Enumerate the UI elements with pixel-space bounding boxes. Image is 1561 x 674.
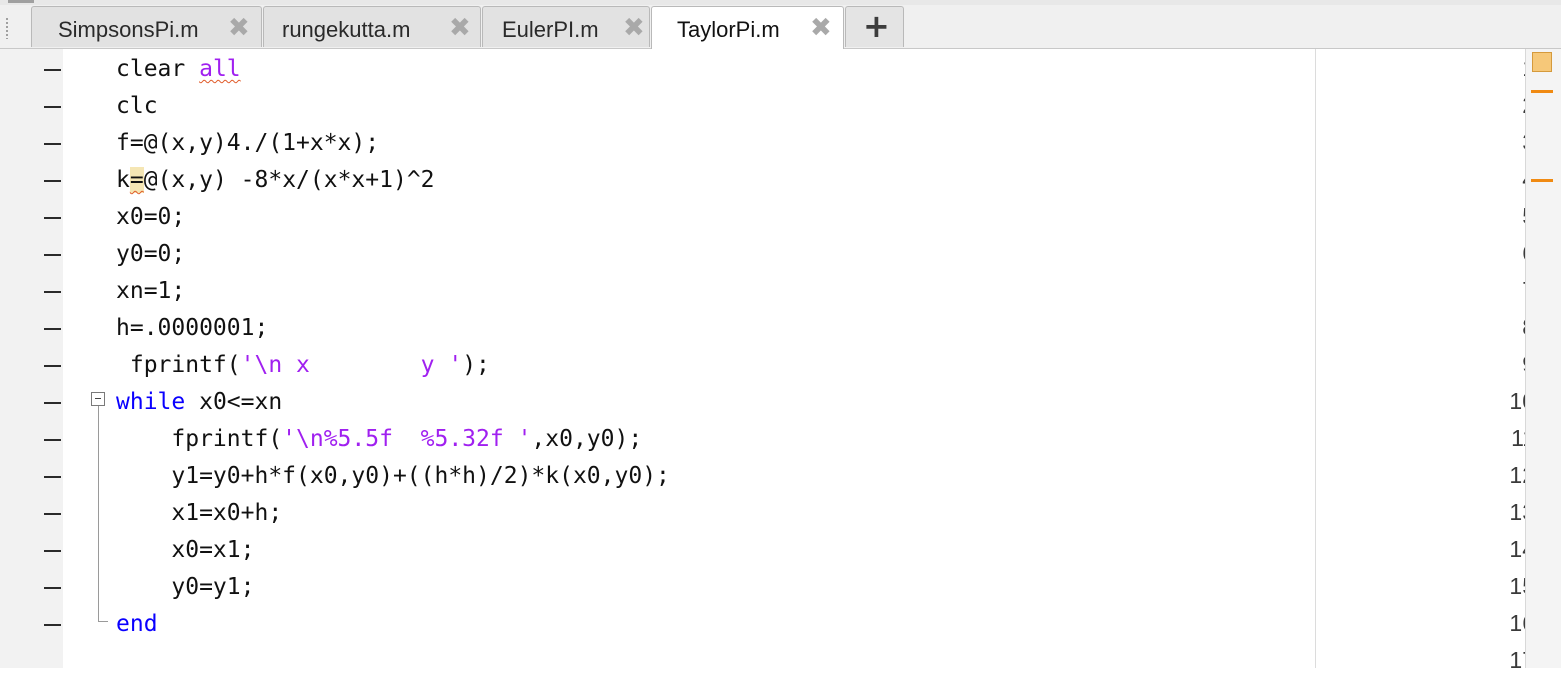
breakpoint-marker[interactable] bbox=[44, 217, 61, 219]
right-margin-line bbox=[1315, 49, 1316, 668]
code-text: @(x,y) -8*x/(x*x+1)^2 bbox=[143, 167, 435, 193]
code-line[interactable]: x0=x1; bbox=[116, 534, 254, 566]
code-text: k bbox=[116, 167, 130, 193]
highlighted-operator: = bbox=[129, 167, 144, 193]
code-line[interactable]: k=@(x,y) -8*x/(x*x+1)^2 bbox=[116, 164, 435, 196]
code-line[interactable]: f=@(x,y)4./(1+x*x); bbox=[116, 127, 379, 159]
tab-rungekutta[interactable]: rungekutta.m ✖ bbox=[263, 6, 481, 47]
breakpoint-marker[interactable] bbox=[44, 69, 61, 71]
code-string: '\n%5.5f %5.32f ' bbox=[282, 426, 532, 452]
warning-marker[interactable] bbox=[1531, 179, 1553, 182]
tab-eulerpi[interactable]: EulerPI.m ✖ bbox=[482, 6, 650, 47]
plus-icon: + bbox=[863, 7, 890, 45]
code-line[interactable]: clc bbox=[116, 90, 158, 122]
breakpoint-marker[interactable] bbox=[44, 476, 61, 478]
code-text: fprintf( bbox=[116, 426, 283, 452]
breakpoint-marker[interactable] bbox=[44, 587, 61, 589]
code-line[interactable]: y1=y0+h*f(x0,y0)+((h*h)/2)*k(x0,y0); bbox=[116, 460, 670, 492]
breakpoint-marker[interactable] bbox=[44, 254, 61, 256]
breakpoint-marker[interactable] bbox=[44, 143, 61, 145]
line-number-gutter[interactable] bbox=[0, 49, 63, 668]
top-strip-mark bbox=[8, 0, 34, 3]
code-line[interactable]: end bbox=[116, 608, 158, 640]
code-line[interactable]: clear all bbox=[116, 53, 241, 85]
tab-label: TaylorPi.m bbox=[677, 17, 780, 42]
code-text: ); bbox=[462, 352, 490, 378]
breakpoint-marker[interactable] bbox=[44, 513, 61, 515]
tab-bar: SimpsonsPi.m ✖ rungekutta.m ✖ EulerPI.m … bbox=[0, 5, 1561, 49]
close-icon[interactable]: ✖ bbox=[810, 14, 832, 40]
message-bar[interactable] bbox=[1525, 49, 1561, 668]
breakpoint-marker[interactable] bbox=[44, 106, 61, 108]
breakpoint-marker[interactable] bbox=[44, 439, 61, 441]
fold-guide-end bbox=[98, 621, 108, 622]
code-string: '\n x y ' bbox=[240, 352, 463, 378]
breakpoint-marker[interactable] bbox=[44, 365, 61, 367]
code-editor[interactable]: 1 2 3 4 5 6 7 8 9 10 11 12 13 14 15 16 1… bbox=[0, 49, 1561, 673]
close-icon[interactable]: ✖ bbox=[449, 14, 471, 40]
code-line[interactable]: fprintf('\n%5.5f %5.32f ',x0,y0); bbox=[116, 423, 642, 455]
code-line[interactable]: y0=0; bbox=[116, 238, 185, 270]
fold-guide bbox=[98, 406, 99, 622]
close-icon[interactable]: ✖ bbox=[623, 14, 645, 40]
code-line[interactable]: x1=x0+h; bbox=[116, 497, 282, 529]
breakpoint-marker[interactable] bbox=[44, 550, 61, 552]
close-icon[interactable]: ✖ bbox=[228, 14, 250, 40]
breakpoint-marker[interactable] bbox=[44, 291, 61, 293]
code-text: x0<=xn bbox=[185, 389, 283, 415]
code-line[interactable]: xn=1; bbox=[116, 275, 185, 307]
code-text: ,x0,y0); bbox=[531, 426, 643, 452]
fold-collapse-icon[interactable] bbox=[91, 392, 105, 406]
code-text: fprintf( bbox=[116, 352, 241, 378]
status-indicator-icon[interactable] bbox=[1532, 52, 1552, 72]
code-line[interactable]: fprintf('\n x y '); bbox=[116, 349, 490, 381]
breakpoint-marker[interactable] bbox=[44, 328, 61, 330]
tab-label: SimpsonsPi.m bbox=[58, 17, 199, 42]
code-text: clear bbox=[116, 56, 200, 82]
warning-marker[interactable] bbox=[1531, 90, 1553, 93]
code-line[interactable]: y0=y1; bbox=[116, 571, 254, 603]
add-tab-button[interactable]: + bbox=[845, 6, 904, 47]
code-line[interactable]: while x0<=xn bbox=[116, 386, 282, 418]
breakpoint-marker[interactable] bbox=[44, 624, 61, 626]
tab-taylorpi[interactable]: TaylorPi.m ✖ bbox=[651, 6, 844, 49]
tab-bar-grip-icon[interactable] bbox=[5, 17, 9, 39]
code-line[interactable]: x0=0; bbox=[116, 201, 185, 233]
breakpoint-marker[interactable] bbox=[44, 402, 61, 404]
code-string: all bbox=[199, 56, 241, 82]
breakpoint-marker[interactable] bbox=[44, 180, 61, 182]
code-keyword: while bbox=[116, 389, 186, 415]
code-line[interactable]: h=.0000001; bbox=[116, 312, 268, 344]
tab-label: EulerPI.m bbox=[502, 17, 599, 42]
tab-label: rungekutta.m bbox=[282, 17, 411, 42]
tab-simpsonspi[interactable]: SimpsonsPi.m ✖ bbox=[31, 6, 262, 47]
